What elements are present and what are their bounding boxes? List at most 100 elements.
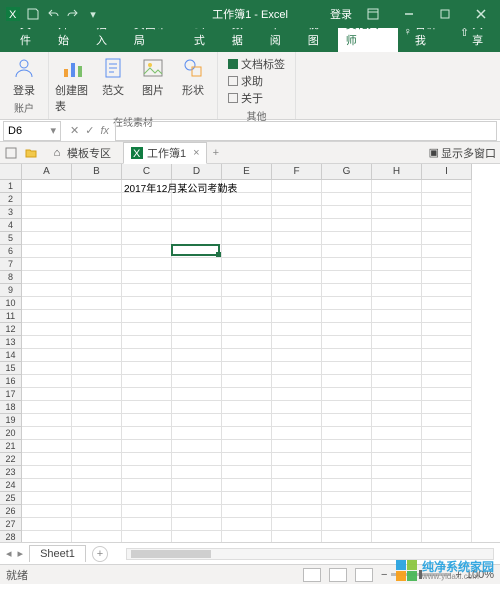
cell[interactable] xyxy=(22,180,72,193)
horizontal-scrollbar[interactable] xyxy=(126,548,494,560)
cell[interactable] xyxy=(272,479,322,492)
cell[interactable] xyxy=(372,414,422,427)
cell[interactable] xyxy=(322,466,372,479)
cell[interactable] xyxy=(222,297,272,310)
confirm-icon[interactable]: ✓ xyxy=(85,124,94,137)
cell[interactable] xyxy=(222,518,272,531)
cell[interactable] xyxy=(22,440,72,453)
cell[interactable] xyxy=(122,466,172,479)
zoom-out-icon[interactable]: − xyxy=(381,569,387,581)
cell[interactable] xyxy=(322,180,372,193)
column-header[interactable]: H xyxy=(372,164,422,180)
column-header[interactable]: C xyxy=(122,164,172,180)
cell[interactable] xyxy=(372,401,422,414)
scrollbar-thumb[interactable] xyxy=(131,550,211,558)
column-header[interactable]: G xyxy=(322,164,372,180)
column-header[interactable]: B xyxy=(72,164,122,180)
row-header[interactable]: 4 xyxy=(0,219,22,232)
cell[interactable] xyxy=(322,258,372,271)
cell[interactable] xyxy=(422,375,472,388)
column-header[interactable]: F xyxy=(272,164,322,180)
cell[interactable] xyxy=(72,414,122,427)
row-header[interactable]: 18 xyxy=(0,401,22,414)
cell[interactable] xyxy=(172,414,222,427)
close-button[interactable] xyxy=(466,4,496,24)
row-header[interactable]: 26 xyxy=(0,505,22,518)
cell[interactable] xyxy=(72,466,122,479)
cell[interactable] xyxy=(122,453,172,466)
cell[interactable] xyxy=(72,310,122,323)
cell[interactable] xyxy=(322,479,372,492)
cell[interactable] xyxy=(272,466,322,479)
cell[interactable] xyxy=(172,453,222,466)
row-header[interactable]: 3 xyxy=(0,206,22,219)
cell[interactable] xyxy=(372,388,422,401)
cell[interactable] xyxy=(122,518,172,531)
cell[interactable] xyxy=(222,414,272,427)
cell[interactable] xyxy=(22,349,72,362)
column-header[interactable]: I xyxy=(422,164,472,180)
minimize-button[interactable] xyxy=(394,4,424,24)
cell[interactable] xyxy=(222,440,272,453)
cell[interactable] xyxy=(422,479,472,492)
cell[interactable] xyxy=(322,310,372,323)
cell[interactable] xyxy=(122,531,172,542)
cell[interactable] xyxy=(122,479,172,492)
cell[interactable] xyxy=(72,232,122,245)
cell[interactable] xyxy=(422,232,472,245)
row-header[interactable]: 22 xyxy=(0,453,22,466)
cell[interactable] xyxy=(272,232,322,245)
row-header[interactable]: 14 xyxy=(0,349,22,362)
column-header[interactable]: E xyxy=(222,164,272,180)
cell[interactable] xyxy=(122,310,172,323)
cell[interactable] xyxy=(222,531,272,542)
row-header[interactable]: 27 xyxy=(0,518,22,531)
row-header[interactable]: 15 xyxy=(0,362,22,375)
save-icon[interactable] xyxy=(24,5,42,23)
create-chart-button[interactable]: 创建图表 xyxy=(55,54,91,114)
row-header[interactable]: 19 xyxy=(0,414,22,427)
cell[interactable] xyxy=(422,180,472,193)
cell[interactable] xyxy=(422,271,472,284)
cell[interactable] xyxy=(122,414,172,427)
cell[interactable] xyxy=(322,505,372,518)
cell[interactable] xyxy=(272,440,322,453)
cell[interactable] xyxy=(172,336,222,349)
cell[interactable] xyxy=(422,349,472,362)
cell[interactable] xyxy=(172,440,222,453)
cell[interactable] xyxy=(122,206,172,219)
cell[interactable] xyxy=(72,427,122,440)
cell[interactable] xyxy=(372,518,422,531)
cell[interactable] xyxy=(272,401,322,414)
cell[interactable] xyxy=(372,284,422,297)
spreadsheet-grid[interactable]: ABCDEFGHI 123456789101112131415161718192… xyxy=(0,164,500,542)
cell[interactable] xyxy=(272,349,322,362)
cell[interactable] xyxy=(222,323,272,336)
cell[interactable] xyxy=(272,271,322,284)
cell[interactable] xyxy=(322,349,372,362)
cell[interactable] xyxy=(372,219,422,232)
cell[interactable] xyxy=(422,219,472,232)
cell[interactable] xyxy=(122,245,172,258)
row-header[interactable]: 6 xyxy=(0,245,22,258)
cell[interactable] xyxy=(322,427,372,440)
cell[interactable] xyxy=(272,206,322,219)
cell[interactable] xyxy=(372,492,422,505)
cell[interactable] xyxy=(72,362,122,375)
cell[interactable] xyxy=(272,505,322,518)
cell[interactable] xyxy=(322,206,372,219)
cell[interactable] xyxy=(372,440,422,453)
cell[interactable] xyxy=(272,518,322,531)
cell[interactable] xyxy=(422,336,472,349)
cell[interactable] xyxy=(322,323,372,336)
row-header[interactable]: 17 xyxy=(0,388,22,401)
column-header[interactable]: A xyxy=(22,164,72,180)
cell[interactable] xyxy=(272,414,322,427)
select-all-corner[interactable] xyxy=(0,164,22,180)
cell[interactable] xyxy=(222,466,272,479)
cell[interactable] xyxy=(272,375,322,388)
add-tab-button[interactable]: + xyxy=(213,147,219,159)
cell[interactable] xyxy=(272,492,322,505)
cell[interactable] xyxy=(372,453,422,466)
cell[interactable] xyxy=(222,271,272,284)
